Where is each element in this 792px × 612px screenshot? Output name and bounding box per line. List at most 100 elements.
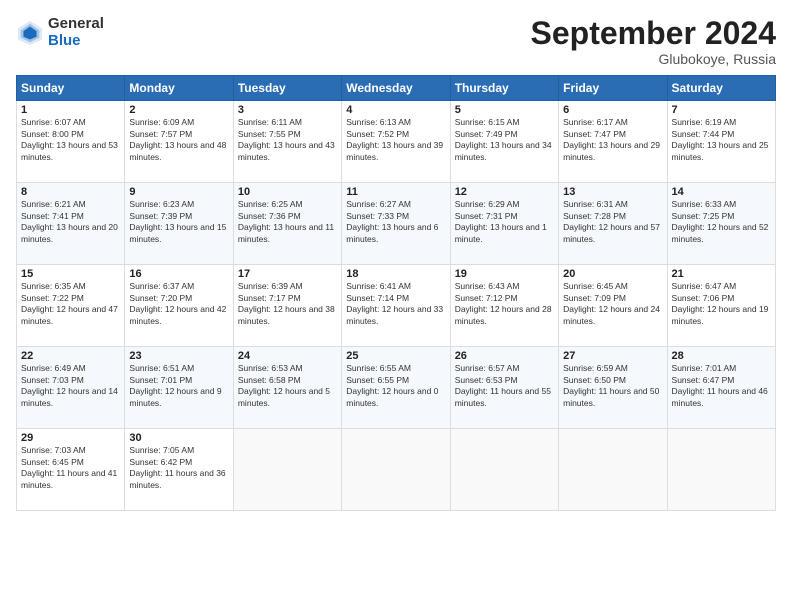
calendar-table: Sunday Monday Tuesday Wednesday Thursday… — [16, 75, 776, 511]
day-number: 27 — [563, 350, 662, 362]
location: Glubokoye, Russia — [531, 51, 776, 67]
day-number: 21 — [672, 268, 771, 280]
header-saturday: Saturday — [667, 76, 775, 101]
header-sunday: Sunday — [17, 76, 125, 101]
calendar-week-row: 29Sunrise: 7:03 AMSunset: 6:45 PMDayligh… — [17, 429, 776, 511]
table-row — [667, 429, 775, 511]
cell-content: Sunrise: 6:11 AMSunset: 7:55 PMDaylight:… — [238, 117, 337, 163]
cell-content: Sunrise: 6:47 AMSunset: 7:06 PMDaylight:… — [672, 281, 771, 327]
table-row: 13Sunrise: 6:31 AMSunset: 7:28 PMDayligh… — [559, 183, 667, 265]
day-number: 13 — [563, 186, 662, 198]
cell-content: Sunrise: 6:07 AMSunset: 8:00 PMDaylight:… — [21, 117, 120, 163]
day-number: 6 — [563, 104, 662, 116]
cell-content: Sunrise: 6:55 AMSunset: 6:55 PMDaylight:… — [346, 363, 445, 409]
table-row — [233, 429, 341, 511]
cell-content: Sunrise: 6:09 AMSunset: 7:57 PMDaylight:… — [129, 117, 228, 163]
cell-content: Sunrise: 6:51 AMSunset: 7:01 PMDaylight:… — [129, 363, 228, 409]
table-row: 25Sunrise: 6:55 AMSunset: 6:55 PMDayligh… — [342, 347, 450, 429]
header: General Blue September 2024 Glubokoye, R… — [16, 16, 776, 67]
table-row — [342, 429, 450, 511]
day-number: 14 — [672, 186, 771, 198]
table-row: 7Sunrise: 6:19 AMSunset: 7:44 PMDaylight… — [667, 101, 775, 183]
table-row: 1Sunrise: 6:07 AMSunset: 8:00 PMDaylight… — [17, 101, 125, 183]
day-number: 18 — [346, 268, 445, 280]
day-number: 10 — [238, 186, 337, 198]
day-number: 30 — [129, 432, 228, 444]
table-row: 9Sunrise: 6:23 AMSunset: 7:39 PMDaylight… — [125, 183, 233, 265]
calendar-week-row: 8Sunrise: 6:21 AMSunset: 7:41 PMDaylight… — [17, 183, 776, 265]
table-row: 21Sunrise: 6:47 AMSunset: 7:06 PMDayligh… — [667, 265, 775, 347]
table-row — [450, 429, 558, 511]
table-row: 3Sunrise: 6:11 AMSunset: 7:55 PMDaylight… — [233, 101, 341, 183]
day-number: 11 — [346, 186, 445, 198]
day-number: 12 — [455, 186, 554, 198]
page: General Blue September 2024 Glubokoye, R… — [0, 0, 792, 612]
table-row: 15Sunrise: 6:35 AMSunset: 7:22 PMDayligh… — [17, 265, 125, 347]
day-number: 1 — [21, 104, 120, 116]
day-number: 23 — [129, 350, 228, 362]
day-number: 7 — [672, 104, 771, 116]
day-number: 2 — [129, 104, 228, 116]
table-row: 4Sunrise: 6:13 AMSunset: 7:52 PMDaylight… — [342, 101, 450, 183]
table-row: 30Sunrise: 7:05 AMSunset: 6:42 PMDayligh… — [125, 429, 233, 511]
table-row: 18Sunrise: 6:41 AMSunset: 7:14 PMDayligh… — [342, 265, 450, 347]
table-row: 2Sunrise: 6:09 AMSunset: 7:57 PMDaylight… — [125, 101, 233, 183]
day-number: 4 — [346, 104, 445, 116]
table-row: 20Sunrise: 6:45 AMSunset: 7:09 PMDayligh… — [559, 265, 667, 347]
day-number: 26 — [455, 350, 554, 362]
cell-content: Sunrise: 6:53 AMSunset: 6:58 PMDaylight:… — [238, 363, 337, 409]
cell-content: Sunrise: 6:59 AMSunset: 6:50 PMDaylight:… — [563, 363, 662, 409]
table-row: 19Sunrise: 6:43 AMSunset: 7:12 PMDayligh… — [450, 265, 558, 347]
cell-content: Sunrise: 6:43 AMSunset: 7:12 PMDaylight:… — [455, 281, 554, 327]
table-row: 5Sunrise: 6:15 AMSunset: 7:49 PMDaylight… — [450, 101, 558, 183]
header-wednesday: Wednesday — [342, 76, 450, 101]
table-row: 26Sunrise: 6:57 AMSunset: 6:53 PMDayligh… — [450, 347, 558, 429]
table-row: 23Sunrise: 6:51 AMSunset: 7:01 PMDayligh… — [125, 347, 233, 429]
table-row: 22Sunrise: 6:49 AMSunset: 7:03 PMDayligh… — [17, 347, 125, 429]
day-number: 22 — [21, 350, 120, 362]
day-number: 19 — [455, 268, 554, 280]
table-row: 24Sunrise: 6:53 AMSunset: 6:58 PMDayligh… — [233, 347, 341, 429]
cell-content: Sunrise: 6:15 AMSunset: 7:49 PMDaylight:… — [455, 117, 554, 163]
table-row: 6Sunrise: 6:17 AMSunset: 7:47 PMDaylight… — [559, 101, 667, 183]
day-number: 9 — [129, 186, 228, 198]
day-number: 28 — [672, 350, 771, 362]
cell-content: Sunrise: 6:29 AMSunset: 7:31 PMDaylight:… — [455, 199, 554, 245]
logo: General Blue — [16, 16, 104, 49]
cell-content: Sunrise: 7:03 AMSunset: 6:45 PMDaylight:… — [21, 445, 120, 491]
cell-content: Sunrise: 6:37 AMSunset: 7:20 PMDaylight:… — [129, 281, 228, 327]
cell-content: Sunrise: 6:33 AMSunset: 7:25 PMDaylight:… — [672, 199, 771, 245]
table-row: 8Sunrise: 6:21 AMSunset: 7:41 PMDaylight… — [17, 183, 125, 265]
cell-content: Sunrise: 6:45 AMSunset: 7:09 PMDaylight:… — [563, 281, 662, 327]
cell-content: Sunrise: 6:49 AMSunset: 7:03 PMDaylight:… — [21, 363, 120, 409]
cell-content: Sunrise: 6:31 AMSunset: 7:28 PMDaylight:… — [563, 199, 662, 245]
cell-content: Sunrise: 6:27 AMSunset: 7:33 PMDaylight:… — [346, 199, 445, 245]
day-number: 25 — [346, 350, 445, 362]
day-number: 3 — [238, 104, 337, 116]
cell-content: Sunrise: 6:57 AMSunset: 6:53 PMDaylight:… — [455, 363, 554, 409]
table-row: 12Sunrise: 6:29 AMSunset: 7:31 PMDayligh… — [450, 183, 558, 265]
day-number: 24 — [238, 350, 337, 362]
calendar-header-row: Sunday Monday Tuesday Wednesday Thursday… — [17, 76, 776, 101]
month-title: September 2024 — [531, 16, 776, 51]
cell-content: Sunrise: 6:41 AMSunset: 7:14 PMDaylight:… — [346, 281, 445, 327]
day-number: 8 — [21, 186, 120, 198]
calendar-week-row: 15Sunrise: 6:35 AMSunset: 7:22 PMDayligh… — [17, 265, 776, 347]
table-row: 16Sunrise: 6:37 AMSunset: 7:20 PMDayligh… — [125, 265, 233, 347]
cell-content: Sunrise: 6:39 AMSunset: 7:17 PMDaylight:… — [238, 281, 337, 327]
logo-blue: Blue — [48, 33, 104, 50]
calendar-week-row: 1Sunrise: 6:07 AMSunset: 8:00 PMDaylight… — [17, 101, 776, 183]
day-number: 16 — [129, 268, 228, 280]
table-row: 11Sunrise: 6:27 AMSunset: 7:33 PMDayligh… — [342, 183, 450, 265]
table-row: 28Sunrise: 7:01 AMSunset: 6:47 PMDayligh… — [667, 347, 775, 429]
cell-content: Sunrise: 6:13 AMSunset: 7:52 PMDaylight:… — [346, 117, 445, 163]
logo-text: General Blue — [48, 16, 104, 49]
day-number: 15 — [21, 268, 120, 280]
day-number: 17 — [238, 268, 337, 280]
header-monday: Monday — [125, 76, 233, 101]
calendar-week-row: 22Sunrise: 6:49 AMSunset: 7:03 PMDayligh… — [17, 347, 776, 429]
header-friday: Friday — [559, 76, 667, 101]
cell-content: Sunrise: 6:19 AMSunset: 7:44 PMDaylight:… — [672, 117, 771, 163]
table-row — [559, 429, 667, 511]
cell-content: Sunrise: 6:35 AMSunset: 7:22 PMDaylight:… — [21, 281, 120, 327]
